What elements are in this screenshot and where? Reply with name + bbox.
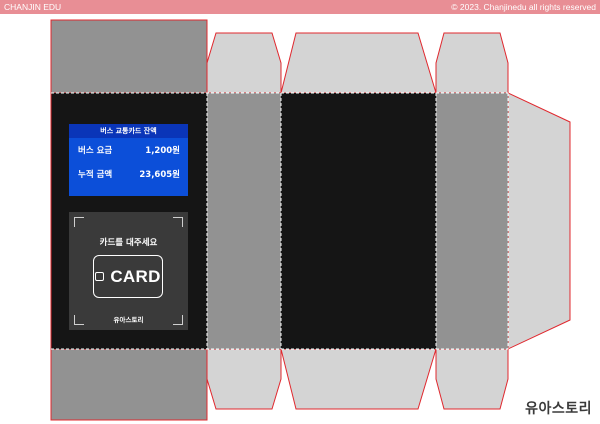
corner-mark	[173, 217, 183, 227]
bottom-flap-1	[206, 348, 282, 410]
card-reader: 카드를 대주세요 CARD 유아스토리	[69, 212, 188, 330]
tap-card-prompt: 카드를 대주세요	[99, 238, 158, 248]
back-panel	[281, 93, 436, 349]
glue-tab	[507, 92, 571, 350]
reader-logo: 유아스토리	[113, 316, 144, 324]
fare-row: 버스 요금 1,200원	[69, 138, 188, 162]
top-flap-2	[280, 32, 437, 94]
bottom-flap-2	[280, 348, 437, 410]
total-value: 23,605원	[139, 170, 180, 180]
fare-label: 버스 요금	[78, 146, 113, 156]
side-panel-2	[436, 93, 508, 349]
fare-value: 1,200원	[145, 146, 180, 156]
total-label: 누적 금액	[78, 170, 113, 180]
top-cap-left	[50, 19, 208, 94]
card-icon-box: CARD	[93, 255, 163, 298]
bottom-flap-3	[435, 348, 509, 410]
bottom-cap-left	[50, 348, 208, 421]
chip-icon	[95, 272, 105, 281]
side-panel-1	[207, 93, 281, 349]
brand-logo: 유아스토리	[525, 401, 592, 417]
total-row: 누적 금액 23,605원	[69, 162, 188, 186]
card-label: CARD	[110, 266, 161, 286]
top-flap-1	[206, 32, 282, 94]
top-flap-3	[435, 32, 509, 94]
fare-balance-display: 버스 교통카드 잔액 버스 요금 1,200원 누적 금액 23,605원	[69, 124, 188, 196]
corner-mark	[74, 217, 84, 227]
balance-title: 버스 교통카드 잔액	[69, 124, 188, 138]
